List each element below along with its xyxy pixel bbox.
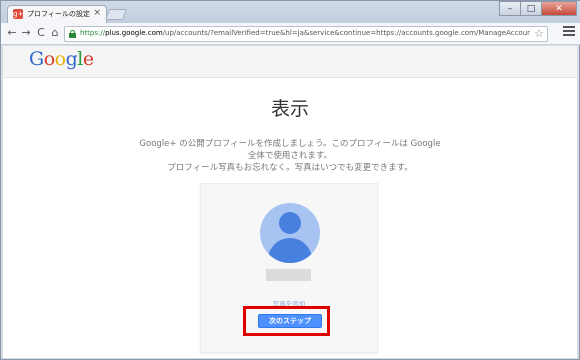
bookmark-star-icon[interactable]: ☆ xyxy=(534,27,544,41)
menu-icon[interactable] xyxy=(563,26,575,40)
window-controls: – □ ✕ xyxy=(499,1,577,17)
description-line: 全体で使用されます。 xyxy=(247,151,333,161)
browser-window: g+ プロフィールの設定 × – □ ✕ ← → C ⌂ https://plu… xyxy=(0,0,580,360)
lock-icon xyxy=(69,30,76,38)
reload-button[interactable]: C xyxy=(34,26,48,40)
page-viewport: Google 表示 Google+ の公開プロフィールを作成しましょう。このプロ… xyxy=(3,46,577,358)
url-text[interactable]: https://plus.google.com/up/accounts/?ema… xyxy=(80,29,530,37)
description: Google+ の公開プロフィールを作成しましょう。このプロフィールは Goog… xyxy=(3,138,577,174)
add-photo-link[interactable]: 写真を追加 xyxy=(201,298,377,308)
google-plus-favicon-icon: g+ xyxy=(13,9,24,19)
profile-card: 写真を追加 次のステップ xyxy=(200,183,378,353)
home-button[interactable]: ⌂ xyxy=(48,26,62,40)
tab-strip: g+ プロフィールの設定 × – □ ✕ xyxy=(1,1,580,24)
tab-close-icon[interactable]: × xyxy=(93,8,101,18)
maximize-button[interactable]: □ xyxy=(520,1,542,16)
back-button[interactable]: ← xyxy=(5,26,19,40)
browser-toolbar: ← → C ⌂ https://plus.google.com/up/accou… xyxy=(1,23,580,45)
tab-title: プロフィールの設定 xyxy=(27,10,90,18)
url-scheme: https:// xyxy=(80,29,106,37)
name-placeholder xyxy=(266,269,311,281)
avatar-icon[interactable] xyxy=(260,203,320,263)
description-line: Google+ の公開プロフィールを作成しましょう。このプロフィールは Goog… xyxy=(139,139,441,149)
address-bar[interactable]: https://plus.google.com/up/accounts/?ema… xyxy=(64,26,548,42)
url-path: /up/accounts/?emailVerified=true&hl=ja&s… xyxy=(162,29,530,37)
next-step-button[interactable]: 次のステップ xyxy=(258,314,322,328)
google-header: Google xyxy=(3,46,577,78)
tab-profile-settings[interactable]: g+ プロフィールの設定 × xyxy=(7,5,107,24)
close-window-button[interactable]: ✕ xyxy=(541,1,577,16)
description-line: プロフィール写真もお忘れなく。写真はいつでも変更できます。 xyxy=(167,163,413,173)
page-title: 表示 xyxy=(270,98,309,120)
new-tab-button[interactable] xyxy=(104,9,128,20)
google-logo[interactable]: Google xyxy=(29,48,94,70)
forward-button[interactable]: → xyxy=(19,26,33,40)
minimize-button[interactable]: – xyxy=(499,1,521,16)
url-host: plus.google.com xyxy=(105,29,163,37)
